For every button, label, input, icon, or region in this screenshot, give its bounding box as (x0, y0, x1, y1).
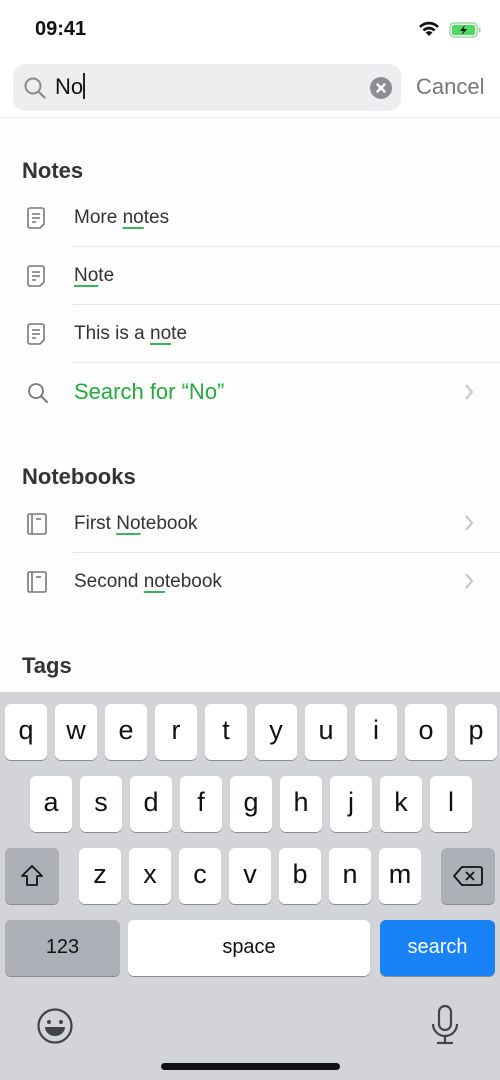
notebook-icon (27, 571, 47, 593)
section-title-tags: Tags (22, 653, 72, 678)
key-j[interactable]: j (330, 776, 372, 832)
text: te (171, 323, 188, 344)
text: This is a (74, 323, 151, 344)
clear-search-button[interactable] (370, 77, 392, 99)
note-icon (27, 265, 45, 287)
key-u[interactable]: u (305, 704, 347, 760)
cancel-button[interactable]: Cancel (416, 74, 484, 100)
key-h[interactable]: h (280, 776, 322, 832)
note-title: Note (74, 265, 114, 287)
search-key[interactable]: search (380, 920, 495, 976)
key-g[interactable]: g (230, 776, 272, 832)
delete-key[interactable] (441, 848, 495, 904)
row-divider (73, 362, 500, 363)
text: tebook (164, 571, 222, 592)
match-highlight: no (150, 323, 172, 344)
numbers-key[interactable]: 123 (5, 920, 120, 976)
key-v[interactable]: v (229, 848, 271, 904)
text-caret (83, 73, 86, 99)
note-result-item[interactable]: More notes (0, 189, 500, 247)
search-icon (28, 383, 48, 403)
match-highlight: no (143, 571, 165, 592)
key-e[interactable]: e (105, 704, 147, 760)
text: More (74, 207, 123, 228)
backspace-icon (453, 866, 483, 886)
text: tes (143, 207, 170, 228)
clear-icon (376, 83, 386, 93)
key-w[interactable]: w (55, 704, 97, 760)
section-title-notes: Notes (22, 158, 84, 183)
key-y[interactable]: y (255, 704, 297, 760)
key-i[interactable]: i (355, 704, 397, 760)
emoji-key[interactable] (36, 1007, 74, 1045)
notebook-result-item[interactable]: Second notebook (0, 553, 500, 611)
key-f[interactable]: f (180, 776, 222, 832)
shift-key[interactable] (5, 848, 59, 904)
key-d[interactable]: d (130, 776, 172, 832)
notebook-result-item[interactable]: First Notebook (0, 495, 500, 553)
battery-charging-icon (449, 22, 481, 38)
search-for-label: Search for “No” (74, 379, 225, 404)
search-for-query-row[interactable]: Search for “No” (0, 364, 500, 422)
search-results: Notes More notes Note This is a note Sea… (0, 118, 500, 692)
key-r[interactable]: r (155, 704, 197, 760)
shift-icon (21, 865, 43, 886)
note-icon (27, 207, 45, 229)
note-title: More notes (74, 207, 169, 229)
search-query-value: No (55, 74, 84, 99)
chevron-right-icon (465, 384, 474, 400)
key-n[interactable]: n (329, 848, 371, 904)
section-title-notebooks: Notebooks (22, 464, 136, 489)
status-time: 09:41 (35, 18, 87, 40)
key-q[interactable]: q (5, 704, 47, 760)
key-z[interactable]: z (79, 848, 121, 904)
note-result-item[interactable]: Note (0, 247, 500, 305)
microphone-key[interactable] (430, 1004, 460, 1046)
key-k[interactable]: k (380, 776, 422, 832)
text: te (98, 265, 115, 286)
key-a[interactable]: a (30, 776, 72, 832)
match-highlight: No (116, 513, 141, 534)
key-m[interactable]: m (379, 848, 421, 904)
notebook-title: Second notebook (74, 571, 222, 593)
search-query-text[interactable]: No (55, 73, 86, 101)
notebook-title: First Notebook (74, 513, 198, 535)
search-icon (24, 77, 46, 99)
key-t[interactable]: t (205, 704, 247, 760)
text: tebook (140, 513, 198, 534)
match-highlight: No (74, 265, 99, 286)
text: Second (74, 571, 144, 592)
search-input[interactable]: No (13, 64, 401, 111)
key-p[interactable]: p (455, 704, 497, 760)
status-bar: 09:41 (0, 0, 500, 60)
key-b[interactable]: b (279, 848, 321, 904)
key-s[interactable]: s (80, 776, 122, 832)
notebook-icon (27, 513, 47, 535)
note-title: This is a note (74, 323, 187, 345)
space-key[interactable]: space (128, 920, 370, 976)
chevron-right-icon (465, 573, 474, 589)
note-icon (27, 323, 45, 345)
note-result-item[interactable]: This is a note (0, 305, 500, 363)
chevron-right-icon (465, 515, 474, 531)
key-o[interactable]: o (405, 704, 447, 760)
key-l[interactable]: l (430, 776, 472, 832)
home-indicator (161, 1063, 340, 1070)
key-c[interactable]: c (179, 848, 221, 904)
match-highlight: no (122, 207, 144, 228)
key-x[interactable]: x (129, 848, 171, 904)
text: First (74, 513, 117, 534)
wifi-icon (419, 21, 439, 36)
